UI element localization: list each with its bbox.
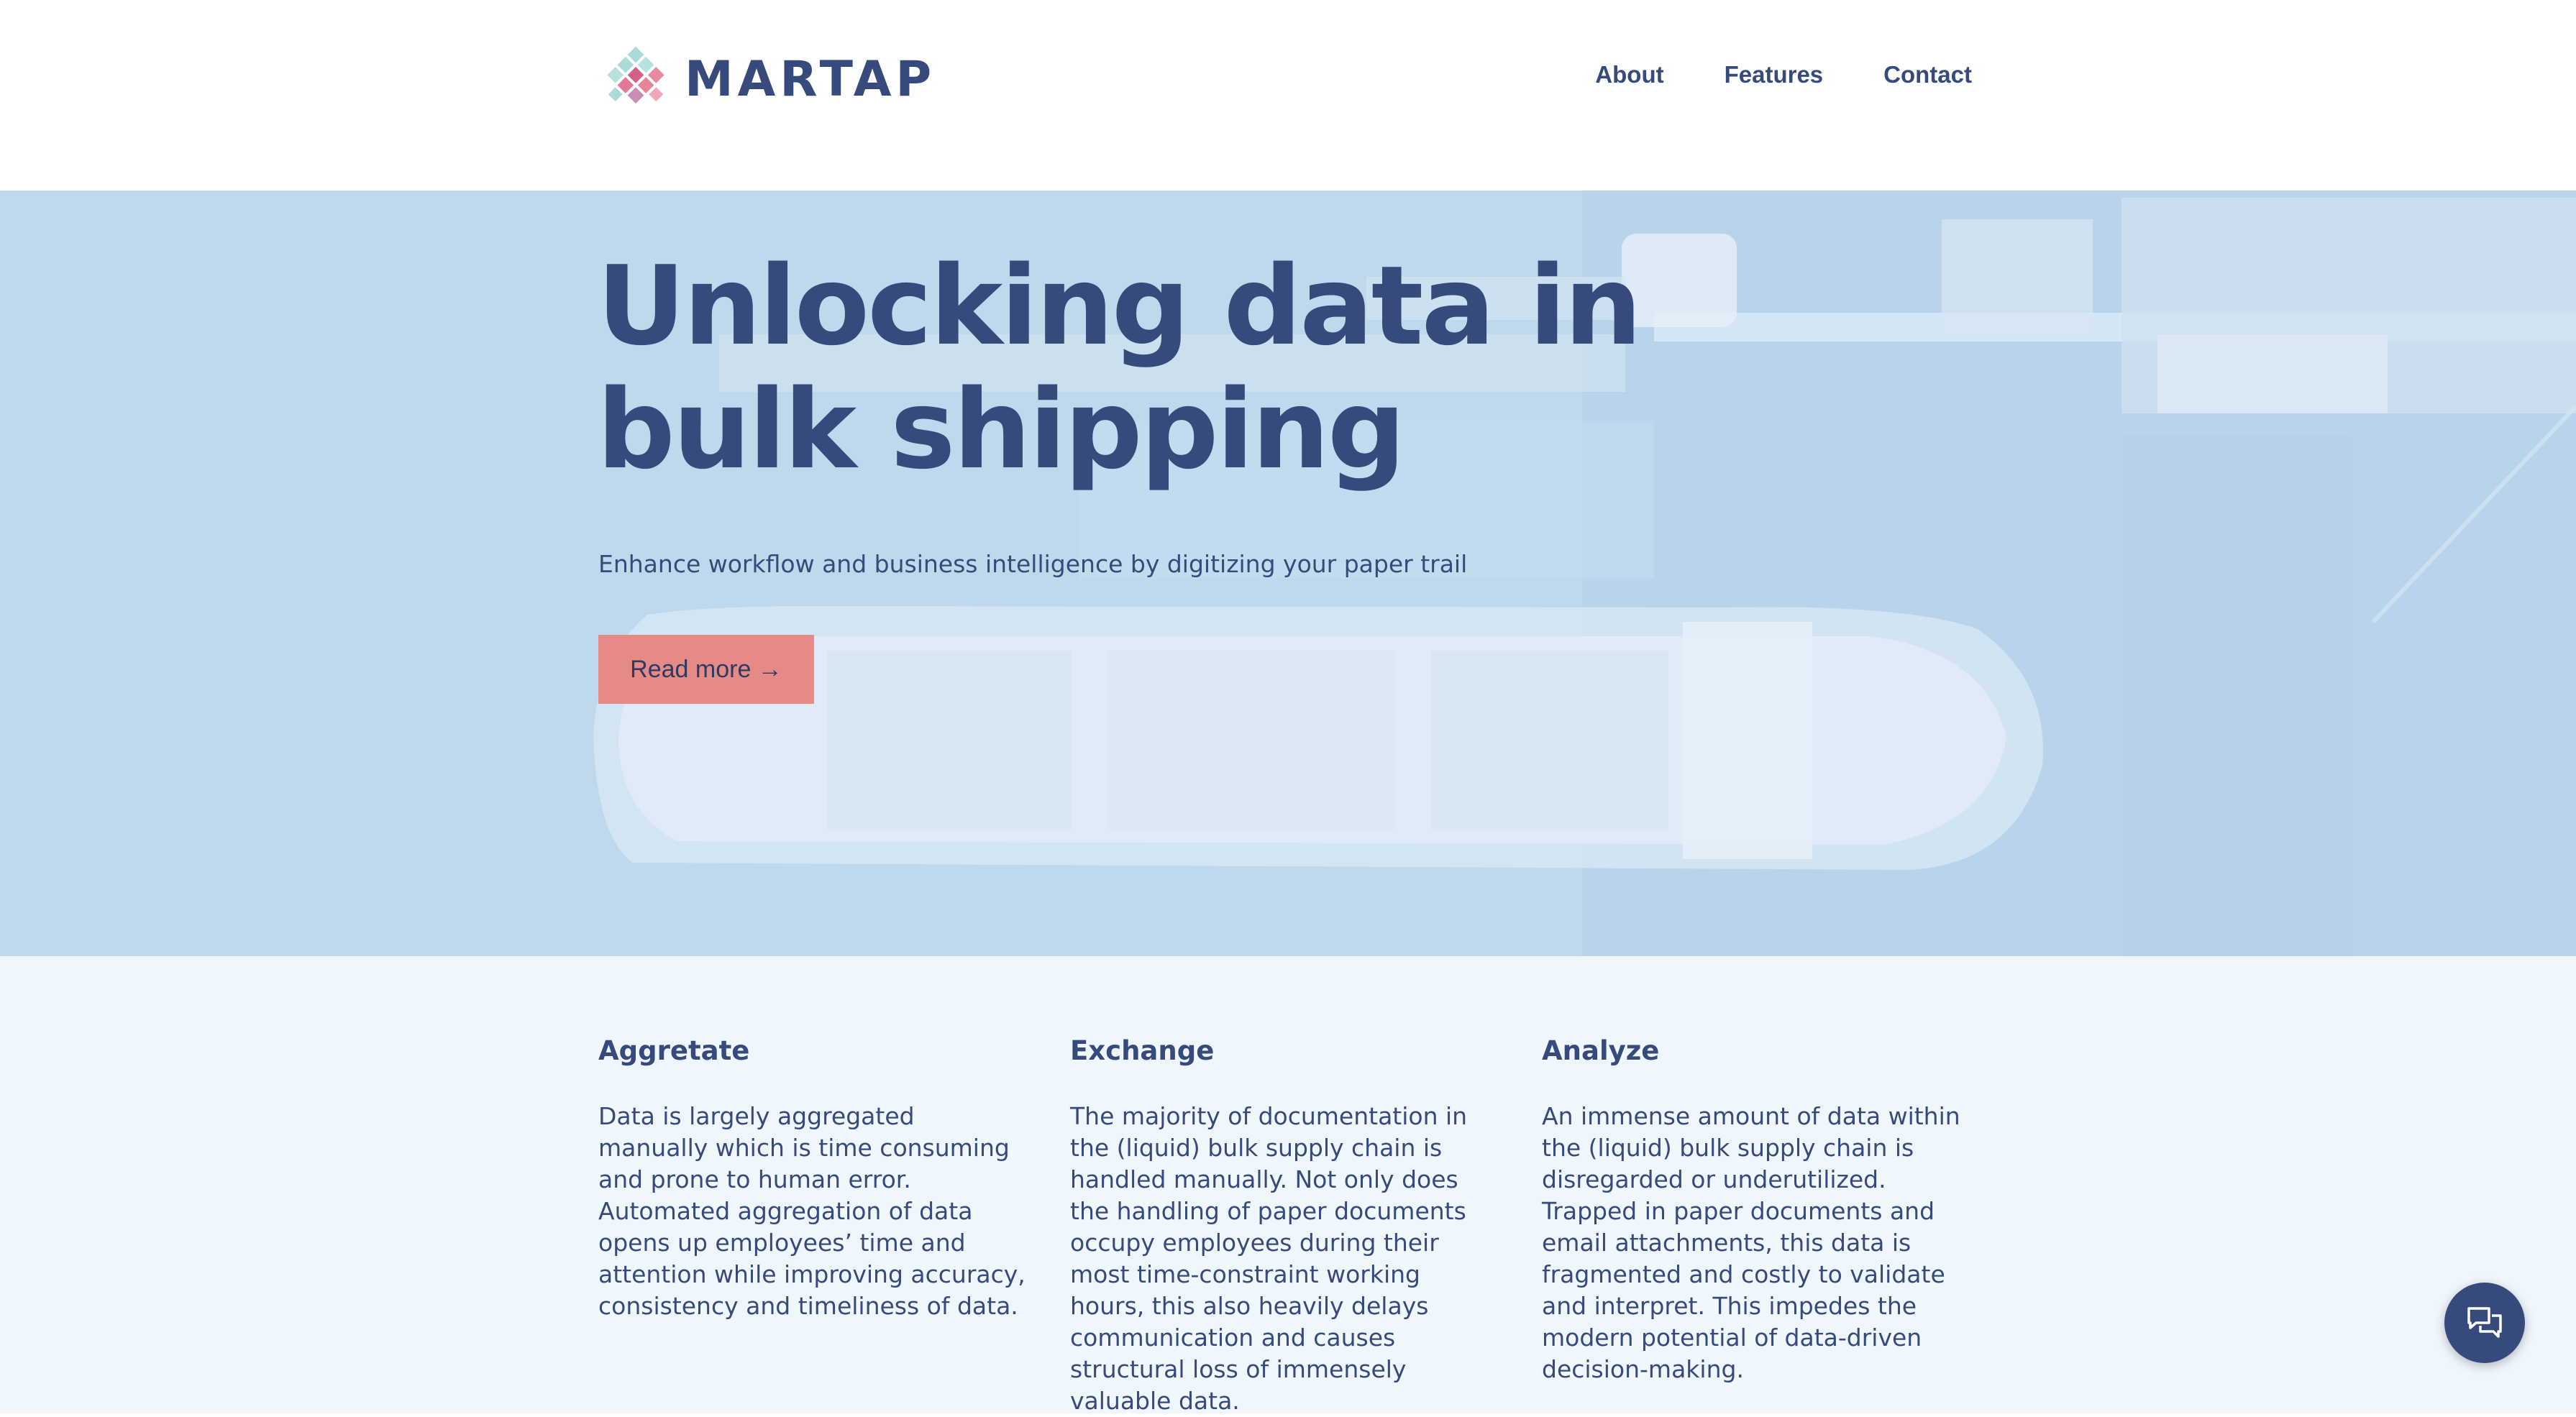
hero-title-line-2: bulk shipping — [597, 366, 1406, 493]
hero-subtitle: Enhance workflow and business intelligen… — [598, 550, 1468, 578]
nav-contact-link[interactable]: Contact — [1883, 61, 1972, 88]
chat-bubbles-icon — [2467, 1307, 2502, 1338]
read-more-button[interactable]: Read more → — [598, 635, 814, 704]
feature-body: Data is largely aggregated manually whic… — [598, 1102, 1026, 1320]
feature-analyze: Analyze An immense amount of data within… — [1542, 1035, 1973, 1385]
feature-title: Aggretate — [598, 1035, 750, 1066]
feature-body: An immense amount of data within the (li… — [1542, 1102, 1960, 1383]
diamond-grid-logo-icon — [607, 46, 664, 104]
feature-body: The majority of documentation in the (li… — [1070, 1102, 1468, 1415]
chat-button[interactable] — [2444, 1283, 2525, 1363]
hero-title-line-1: Unlocking data in — [597, 242, 1642, 370]
nav-features-link[interactable]: Features — [1725, 61, 1824, 88]
nav-about-link[interactable]: About — [1595, 61, 1663, 88]
brand-name: MARTAP — [685, 50, 936, 108]
feature-aggregate: Aggretate Data is largely aggregated man… — [598, 1035, 1030, 1322]
features-section: Aggretate Data is largely aggregated man… — [0, 956, 2576, 1415]
hero-section: Unlocking data in bulk shipping Enhance … — [0, 191, 2576, 956]
brand-logo[interactable]: MARTAP — [597, 40, 936, 118]
feature-title: Exchange — [1070, 1035, 1215, 1066]
main-nav: About Features Contact — [1595, 61, 1972, 88]
site-header: MARTAP About Features Contact — [0, 0, 2576, 191]
feature-exchange: Exchange The majority of documentation i… — [1070, 1035, 1502, 1417]
feature-title: Analyze — [1542, 1035, 1660, 1066]
hero-title: Unlocking data in bulk shipping — [597, 242, 1642, 493]
